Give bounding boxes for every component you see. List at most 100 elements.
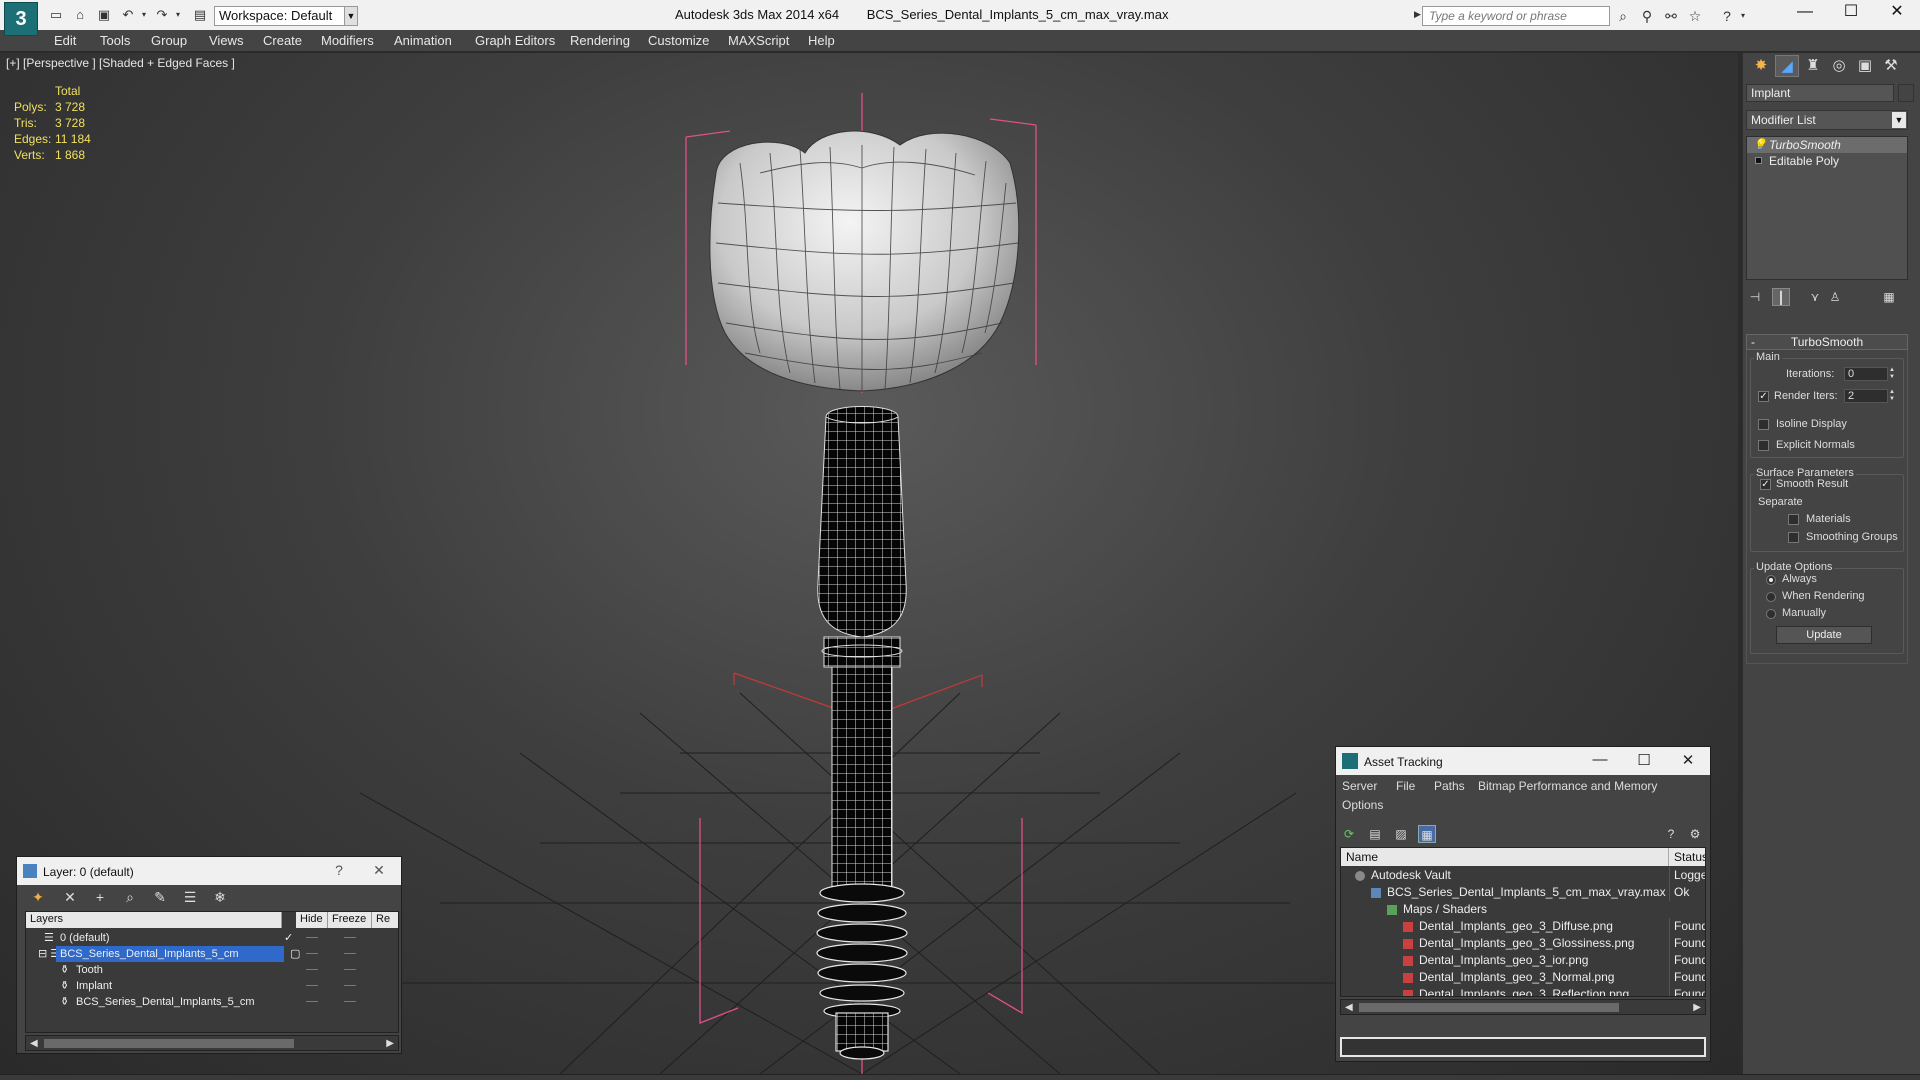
freeze-toggle[interactable] (344, 1001, 356, 1002)
update-always-radio[interactable] (1766, 575, 1776, 585)
asset-menu-options[interactable]: Options (1342, 798, 1383, 812)
spinner-arrows-icon[interactable]: ▲ ▼ (1888, 367, 1896, 381)
lightbulb-icon[interactable]: 💡 (1753, 137, 1767, 153)
smooth-result-checkbox[interactable]: ✓ (1760, 479, 1771, 490)
render-iters-spinner[interactable]: 2 (1844, 389, 1888, 403)
asset-horizontal-scrollbar[interactable]: ◀ ▶ (1340, 999, 1706, 1015)
menu-rendering[interactable]: Rendering (570, 33, 630, 48)
update-when-rendering-radio[interactable] (1766, 592, 1776, 602)
column-header-layers[interactable]: Layers (26, 912, 282, 928)
freeze-toggle[interactable] (344, 937, 356, 938)
configure-modifier-sets-icon[interactable]: ▦ (1880, 288, 1898, 306)
create-layer-icon[interactable]: ✦ (27, 887, 49, 907)
modify-tab-icon[interactable]: ◢ (1775, 55, 1799, 77)
freeze-all-layers-icon[interactable]: ❄ (209, 887, 231, 907)
search-expand-icon[interactable]: ▶ (1414, 9, 1421, 20)
motion-tab-icon[interactable]: ◎ (1827, 55, 1851, 77)
display-tab-icon[interactable]: ▣ (1853, 55, 1877, 77)
menu-group[interactable]: Group (151, 33, 187, 48)
hide-toggle[interactable] (306, 937, 318, 938)
freeze-toggle[interactable] (344, 969, 356, 970)
scroll-right-icon[interactable]: ▶ (1693, 1000, 1701, 1015)
layer-row[interactable]: ⚱ Tooth (26, 962, 398, 978)
close-icon[interactable]: ✕ (369, 862, 389, 879)
scroll-left-icon[interactable]: ◀ (30, 1036, 38, 1051)
open-file-icon[interactable]: ⌂ (72, 7, 88, 23)
hide-toggle[interactable] (306, 985, 318, 986)
add-to-layer-icon[interactable]: + (89, 887, 111, 907)
create-tab-icon[interactable]: ✸ (1749, 55, 1773, 77)
layer-row[interactable]: ⚱ BCS_Series_Dental_Implants_5_cm (26, 994, 398, 1010)
active-check-icon[interactable]: ✓ (284, 930, 293, 946)
table-row[interactable]: Dental_Implants_geo_3_Diffuse.png Found (1341, 918, 1705, 935)
column-header-freeze[interactable]: Freeze (328, 912, 372, 928)
asset-menu-paths[interactable]: Paths (1434, 779, 1465, 793)
menu-tools[interactable]: Tools (100, 33, 130, 48)
thumbnail-view-icon[interactable]: ▨ (1392, 825, 1410, 843)
list-view-icon[interactable]: ▤ (1366, 825, 1384, 843)
maximize-icon[interactable]: ☐ (1634, 751, 1654, 769)
scroll-right-icon[interactable]: ▶ (386, 1036, 394, 1051)
workspace-expand-button[interactable]: ▼ (344, 6, 358, 26)
table-view-icon[interactable]: ▦ (1418, 825, 1436, 843)
update-button[interactable]: Update (1776, 626, 1872, 644)
active-checkbox[interactable]: ▢ (286, 946, 304, 962)
freeze-toggle[interactable] (344, 953, 356, 954)
stack-item-editable-poly[interactable]: Editable Poly (1747, 153, 1907, 169)
hide-all-layers-icon[interactable]: ☰ (179, 887, 201, 907)
pin-stack-icon[interactable]: ⊣ (1746, 288, 1764, 306)
save-icon[interactable]: ▣ (96, 7, 112, 23)
menu-edit[interactable]: Edit (54, 33, 76, 48)
search-icon[interactable]: ⚲ (1638, 7, 1656, 25)
workspace-select[interactable]: Workspace: Default ▼ (214, 6, 358, 26)
column-header-render[interactable]: Re (372, 912, 398, 928)
help-dropdown-icon[interactable]: ▾ (1734, 7, 1752, 25)
iterations-spinner[interactable]: 0 (1844, 367, 1888, 381)
table-row[interactable]: Autodesk Vault Logge (1341, 867, 1705, 884)
search-input[interactable]: Type a keyword or phrase (1422, 6, 1610, 26)
settings-icon[interactable]: ⚙ (1686, 825, 1704, 843)
table-row[interactable]: Dental_Implants_geo_3_ior.png Found (1341, 952, 1705, 969)
maximize-button[interactable]: ☐ (1828, 0, 1874, 26)
remove-modifier-icon[interactable]: ♙ (1826, 288, 1844, 306)
menu-graph-editors[interactable]: Graph Editors (475, 33, 555, 48)
asset-menu-server[interactable]: Server (1342, 779, 1377, 793)
scrollbar-thumb[interactable] (44, 1039, 294, 1048)
scroll-left-icon[interactable]: ◀ (1345, 1000, 1353, 1015)
undo-icon[interactable]: ↶ (120, 7, 136, 23)
table-row[interactable]: Dental_Implants_geo_3_Reflection.png Fou… (1341, 986, 1705, 996)
make-unique-icon[interactable]: ⋎ (1806, 288, 1824, 306)
project-folder-icon[interactable]: ▤ (192, 7, 208, 23)
isoline-display-checkbox[interactable] (1758, 419, 1769, 430)
layer-dialog-title-bar[interactable]: Layer: 0 (default) ? ✕ (17, 857, 401, 885)
undo-dropdown-icon[interactable]: ▾ (136, 7, 152, 23)
menu-modifiers[interactable]: Modifiers (321, 33, 374, 48)
layer-row[interactable]: ⚱ Implant (26, 978, 398, 994)
redo-dropdown-icon[interactable]: ▾ (170, 7, 186, 23)
hide-toggle[interactable] (306, 969, 318, 970)
app-logo[interactable]: 3 (4, 2, 38, 36)
help-icon[interactable]: ? (1662, 825, 1680, 843)
explicit-normals-checkbox[interactable] (1758, 440, 1769, 451)
viewport-label[interactable]: [+] [Perspective ] [Shaded + Edged Faces… (6, 56, 235, 70)
menu-maxscript[interactable]: MAXScript (728, 33, 789, 48)
object-color-swatch[interactable] (1898, 84, 1914, 102)
asset-menu-file[interactable]: File (1396, 779, 1415, 793)
layer-table[interactable]: Layers Hide Freeze Re ☰ 0 (default) ✓ ⊟ … (25, 911, 399, 1033)
binoculars-icon[interactable]: ⌕ (1614, 7, 1632, 25)
layer-row[interactable]: ☰ 0 (default) ✓ (26, 930, 398, 946)
table-row[interactable]: Dental_Implants_geo_3_Glossiness.png Fou… (1341, 935, 1705, 952)
delete-layer-icon[interactable]: ✕ (59, 887, 81, 907)
table-row[interactable]: Maps / Shaders (1341, 901, 1705, 918)
table-row[interactable]: Dental_Implants_geo_3_Normal.png Found (1341, 969, 1705, 986)
scrollbar-thumb[interactable] (1359, 1003, 1619, 1012)
layer-row[interactable]: ⊟ ☰ BCS_Series_Dental_Implants_5_cm ▢ (26, 946, 398, 962)
smoothing-groups-checkbox[interactable] (1788, 532, 1799, 543)
hide-toggle[interactable] (306, 1001, 318, 1002)
asset-tracking-title-bar[interactable]: Asset Tracking — ☐ ✕ (1336, 747, 1710, 775)
refresh-icon[interactable]: ⟳ (1340, 825, 1358, 843)
menu-views[interactable]: Views (209, 33, 243, 48)
object-name-field[interactable]: Implant (1746, 84, 1894, 102)
freeze-toggle[interactable] (344, 985, 356, 986)
minimize-icon[interactable]: — (1590, 751, 1610, 768)
